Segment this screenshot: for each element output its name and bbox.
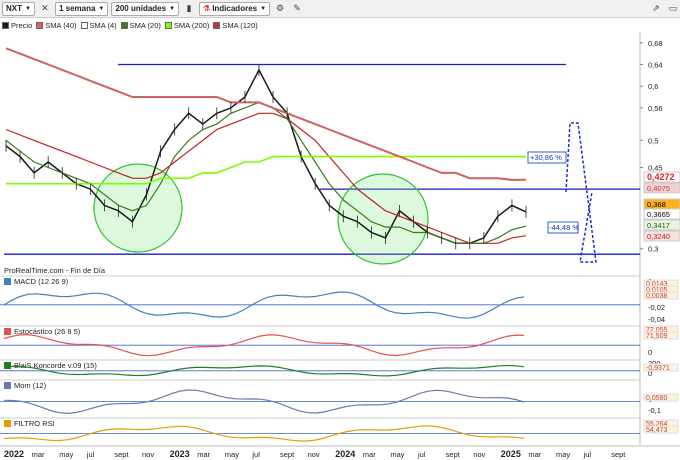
price-tick-label: 0,64 bbox=[648, 61, 663, 70]
panel-tick-label: -0,04 bbox=[648, 315, 665, 324]
panel-value-label: 71,509 bbox=[646, 333, 668, 340]
time-axis-label: 2025 bbox=[501, 449, 521, 459]
pct-up-label: +30,86 % bbox=[530, 153, 562, 162]
panel-title: MACD (12 26 9) bbox=[14, 277, 69, 286]
pct-down-label: -44,48 % bbox=[549, 223, 579, 232]
panel-swatch bbox=[4, 382, 11, 389]
panel-title: Mom (12) bbox=[14, 381, 47, 390]
price-tick-label: 0,68 bbox=[648, 39, 663, 48]
time-axis-label: 2024 bbox=[335, 449, 355, 459]
panel-value-label: 0,0038 bbox=[646, 293, 668, 300]
series-line bbox=[5, 112, 527, 244]
price-tick-label: 0,3 bbox=[648, 245, 658, 254]
panel-value-label: 54,473 bbox=[646, 427, 668, 434]
price-tag-label: 0,3665 bbox=[647, 210, 670, 219]
time-axis-label: 2023 bbox=[170, 449, 190, 459]
chart-credit: ProRealTime.com - Fin de Día bbox=[4, 266, 106, 275]
time-axis-label: sept bbox=[114, 450, 129, 459]
panel-swatch bbox=[4, 328, 11, 335]
time-axis-label: 2022 bbox=[4, 449, 24, 459]
panel-tick-label: 0 bbox=[648, 348, 652, 357]
panel-tick-label: -0,1 bbox=[648, 406, 661, 415]
panel-tick-label: -0,02 bbox=[648, 303, 665, 312]
price-tick-label: 0,5 bbox=[648, 136, 658, 145]
time-axis-label: may bbox=[59, 450, 73, 459]
panel-title: BlaiS Koncorde v.09 (15) bbox=[14, 361, 97, 370]
price-tag-label: 0,3240 bbox=[647, 232, 670, 241]
projection-arrows bbox=[565, 122, 597, 263]
price-tag-label: 0,3417 bbox=[647, 221, 670, 230]
time-axis-label: mar bbox=[528, 450, 541, 459]
time-axis-label: may bbox=[556, 450, 570, 459]
price-tag-label: 0,4272 bbox=[647, 172, 675, 182]
panel-swatch bbox=[4, 362, 11, 369]
time-axis-label: jul bbox=[251, 450, 260, 459]
highlight-circle bbox=[93, 163, 183, 253]
price-tick-label: 0,56 bbox=[648, 104, 663, 113]
time-axis-label: sept bbox=[611, 450, 626, 459]
panel-swatch bbox=[4, 420, 11, 427]
time-axis-label: jul bbox=[86, 450, 95, 459]
price-tick-label: 0,6 bbox=[648, 82, 658, 91]
price-tag-label: 0,4075 bbox=[647, 184, 670, 193]
series-line bbox=[6, 155, 526, 185]
panel-value-label: 0,0580 bbox=[646, 395, 668, 402]
time-axis-label: mar bbox=[363, 450, 376, 459]
price-chart: 0,680,640,60,560,50,450,3+30,86 %-44,48 … bbox=[0, 32, 680, 459]
time-axis-label: jul bbox=[417, 450, 426, 459]
time-axis-label: nov bbox=[308, 450, 320, 459]
panel-title: FILTRO RSI bbox=[14, 419, 55, 428]
panel-swatch bbox=[4, 278, 11, 285]
time-axis-label: mar bbox=[197, 450, 210, 459]
time-axis-label: sept bbox=[446, 450, 461, 459]
time-axis-label: nov bbox=[473, 450, 485, 459]
time-axis-label: sept bbox=[280, 450, 295, 459]
price-tag-label: 0,368 bbox=[647, 200, 666, 209]
time-axis-label: jul bbox=[583, 450, 592, 459]
time-axis-label: nov bbox=[142, 450, 154, 459]
time-axis-label: may bbox=[225, 450, 239, 459]
time-axis-label: may bbox=[390, 450, 404, 459]
panel-value-label: -0,9371 bbox=[646, 365, 670, 372]
time-axis-label: mar bbox=[32, 450, 45, 459]
